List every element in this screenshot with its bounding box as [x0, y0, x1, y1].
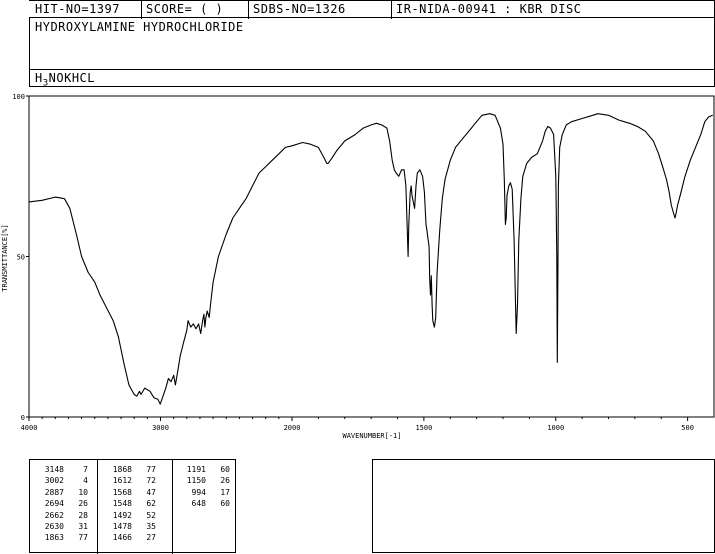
- peak-wavenumber: 1612: [112, 476, 132, 486]
- peak-transmittance: 4: [83, 476, 88, 486]
- peak-wavenumber: 1568: [112, 487, 132, 497]
- table-divider: [172, 460, 173, 554]
- compound-name: HYDROXYLAMINE HYDROCHLORIDE: [35, 20, 244, 34]
- peak-wavenumber: 2662: [44, 510, 64, 520]
- y-tick-label: 0: [21, 414, 25, 422]
- info-box: [372, 459, 715, 553]
- formula-part: H: [35, 71, 43, 85]
- peak-transmittance: 52: [146, 510, 156, 520]
- peak-transmittance: 17: [220, 487, 230, 497]
- peak-wavenumber: 1492: [112, 510, 132, 520]
- x-tick-label: 1000: [547, 424, 564, 432]
- x-tick-label: 2000: [284, 424, 301, 432]
- formula-part: NOKHCL: [48, 71, 96, 85]
- x-tick-label: 3000: [152, 424, 169, 432]
- peak-transmittance: 72: [146, 476, 156, 486]
- peak-transmittance: 26: [78, 499, 88, 509]
- header-bar: HIT-NO=1397 SCORE= ( ) SDBS-NO=1326 IR-N…: [29, 0, 715, 19]
- peak-transmittance: 62: [146, 499, 156, 509]
- x-tick-label: 1500: [415, 424, 432, 432]
- peak-wavenumber: 648: [191, 499, 206, 509]
- peak-transmittance: 7: [83, 465, 88, 474]
- peak-transmittance: 60: [220, 499, 230, 509]
- x-tick-label: 500: [681, 424, 694, 432]
- peak-wavenumber: 994: [191, 487, 206, 497]
- peak-wavenumber: 1466: [112, 533, 132, 543]
- peak-transmittance: 77: [78, 533, 88, 543]
- source-info: IR-NIDA-00941 : KBR DISC: [396, 2, 582, 16]
- peak-wavenumber: 1150: [186, 476, 206, 486]
- plot-frame: [28, 95, 715, 418]
- x-axis-label: WAVENUMBER[-1]: [342, 432, 401, 440]
- peak-wavenumber: 3148: [44, 465, 64, 474]
- peak-wavenumber: 1548: [112, 499, 132, 509]
- peak-wavenumber: 2887: [44, 487, 64, 497]
- peak-transmittance: 10: [78, 487, 88, 497]
- ir-spectrum-chart: 4000 3000 2000 1500 1000 500100500 WAVENUMBER…: [1, 93, 715, 440]
- peak-transmittance: 28: [78, 510, 88, 520]
- x-tick-label: 4000: [21, 424, 38, 432]
- peak-transmittance: 27: [146, 533, 156, 543]
- peak-wavenumber: 3002: [44, 476, 64, 486]
- peak-wavenumber: 1863: [44, 533, 64, 543]
- molecular-formula: H3NOKHCL: [35, 71, 95, 88]
- y-axis-label: TRANSMITTANCE[%]: [1, 224, 9, 291]
- peak-transmittance: 35: [146, 522, 156, 531]
- peak-transmittance: 47: [146, 487, 156, 497]
- peak-transmittance: 31: [78, 522, 88, 531]
- peak-wavenumber: 1478: [112, 522, 132, 531]
- hit-number: HIT-NO=1397: [35, 2, 120, 16]
- y-tick-label: 100: [12, 93, 25, 101]
- peak-transmittance: 60: [220, 465, 230, 474]
- sdbs-number: SDBS-NO=1326: [253, 2, 346, 16]
- peak-wavenumber: 1868: [112, 465, 132, 474]
- formula-box: H3NOKHCL: [29, 69, 715, 88]
- spectrum-line: [28, 113, 713, 405]
- peak-wavenumber: 2630: [44, 522, 64, 531]
- peak-wavenumber: 1191: [186, 465, 206, 474]
- peak-transmittance: 26: [220, 476, 230, 486]
- peak-wavenumber: 2694: [44, 499, 64, 509]
- peak-transmittance: 77: [146, 465, 156, 474]
- compound-name-box: HYDROXYLAMINE HYDROCHLORIDE: [29, 17, 715, 70]
- score: SCORE= ( ): [146, 2, 224, 16]
- table-divider: [97, 460, 98, 554]
- peak-table: 3148 7 3002 4 2887 10 2694 26 2662 28 2630 31 1863 77…: [29, 459, 236, 554]
- y-tick-label: 50: [17, 254, 25, 262]
